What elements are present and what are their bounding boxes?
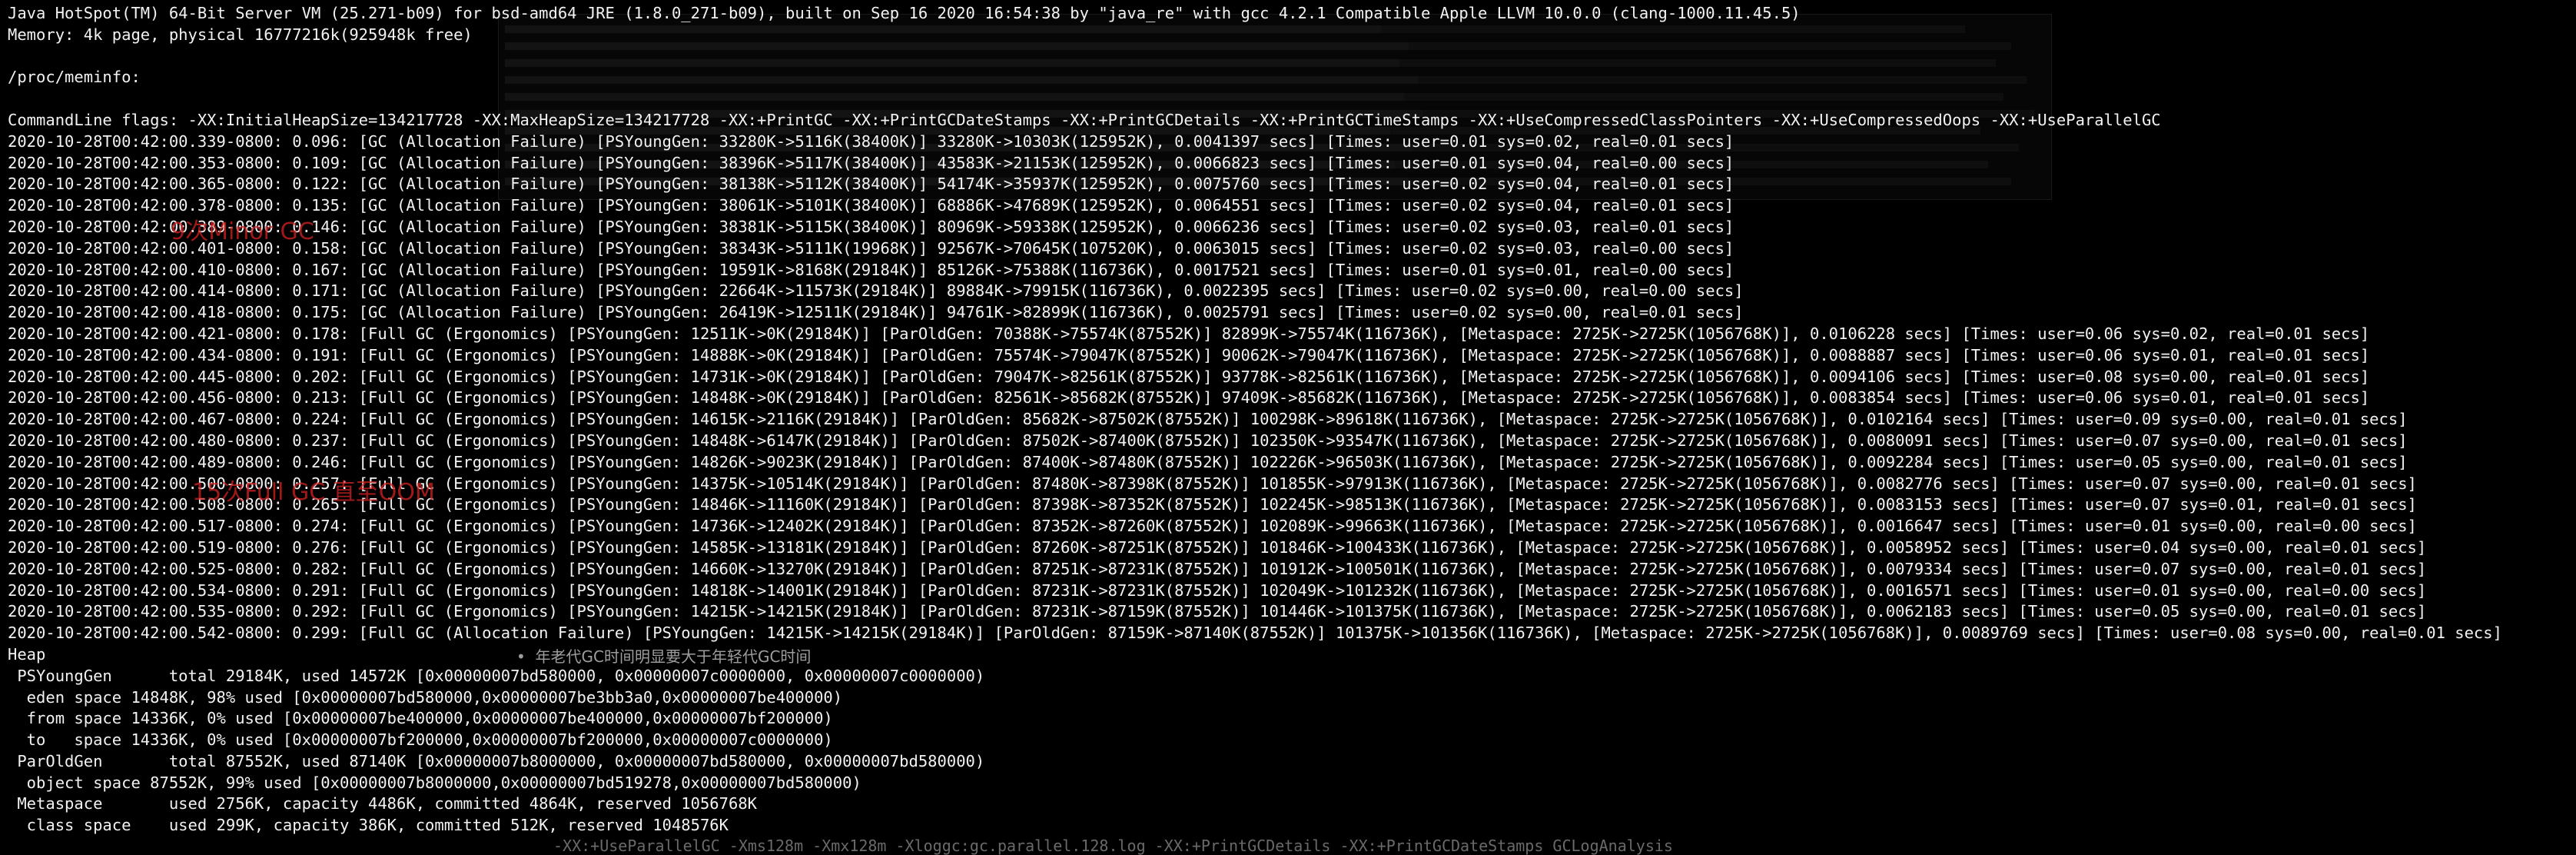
jvm-info-line: Java HotSpot(TM) 64-Bit Server VM (25.27…	[8, 4, 1801, 22]
gc-log-line: 2020-10-28T00:42:00.353-0800: 0.109: [GC…	[8, 153, 1734, 172]
heap-class-space-line: class space used 299K, capacity 386K, co…	[8, 816, 729, 835]
heap-metaspace-line: Metaspace used 2756K, capacity 4486K, co…	[8, 794, 758, 813]
full-gc-log-line: 2020-10-28T00:42:00.517-0800: 0.274: [Fu…	[8, 517, 2417, 536]
full-gc-log-line: 2020-10-28T00:42:00.480-0800: 0.237: [Fu…	[8, 431, 2408, 450]
gc-log-line: 2020-10-28T00:42:00.410-0800: 0.167: [GC…	[8, 260, 1734, 279]
full-gc-log-line: 2020-10-28T00:42:00.525-0800: 0.282: [Fu…	[8, 559, 2427, 578]
full-gc-log-line: 2020-10-28T00:42:00.519-0800: 0.276: [Fu…	[8, 537, 2427, 557]
heap-to-line: to space 14336K, 0% used [0x00000007bf20…	[8, 730, 833, 750]
heap-object-space-line: object space 87552K, 99% used [0x0000000…	[8, 773, 861, 792]
full-gc-log-line: 2020-10-28T00:42:00.542-0800: 0.299: [Fu…	[8, 624, 2502, 643]
gc-log-line: 2020-10-28T00:42:00.378-0800: 0.135: [GC…	[8, 196, 1734, 215]
gc-log-block: 2020-10-28T00:42:00.339-0800: 0.096: [GC…	[8, 131, 2576, 644]
heap-psyounggen-line: PSYoungGen total 29184K, used 14572K [0x…	[8, 666, 985, 685]
heap-title: Heap	[8, 644, 46, 664]
full-gc-log-line: 2020-10-28T00:42:00.534-0800: 0.291: [Fu…	[8, 581, 2427, 600]
heap-summary-block: Heap PSYoungGen total 29184K, used 14572…	[8, 644, 2576, 837]
full-gc-log-line: 2020-10-28T00:42:00.445-0800: 0.202: [Fu…	[8, 367, 2370, 386]
heap-from-line: from space 14336K, 0% used [0x00000007be…	[8, 709, 833, 728]
terminal-output[interactable]: Java HotSpot(TM) 64-Bit Server VM (25.27…	[8, 3, 2576, 837]
commandline-flags-line: CommandLine flags: -XX:InitialHeapSize=1…	[8, 110, 2161, 129]
gc-log-line: 2020-10-28T00:42:00.389-0800: 0.146: [GC…	[8, 217, 1734, 236]
ghost-command-line: -XX:+UseParallelGC -Xms128m -Xmx128m -Xl…	[553, 837, 1673, 855]
heap-paroldgen-line: ParOldGen total 87552K, used 87140K [0x0…	[8, 751, 985, 770]
full-gc-log-line: 2020-10-28T00:42:00.489-0800: 0.246: [Fu…	[8, 452, 2408, 471]
full-gc-log-line: 2020-10-28T00:42:00.456-0800: 0.213: [Fu…	[8, 388, 2370, 408]
full-gc-log-line: 2020-10-28T00:42:00.434-0800: 0.191: [Fu…	[8, 345, 2370, 364]
full-gc-log-line: 2020-10-28T00:42:00.467-0800: 0.224: [Fu…	[8, 410, 2408, 429]
heap-eden-line: eden space 14848K, 98% used [0x00000007b…	[8, 687, 843, 707]
full-gc-log-line: 2020-10-28T00:42:00.535-0800: 0.292: [Fu…	[8, 602, 2427, 621]
full-gc-annotation: 15次Full GC 直至OOM	[192, 479, 435, 506]
gc-log-line: 2020-10-28T00:42:00.401-0800: 0.158: [GC…	[8, 238, 1734, 258]
gc-log-line: 2020-10-28T00:42:00.339-0800: 0.096: [GC…	[8, 131, 1734, 151]
memory-line: Memory: 4k page, physical 16777216k(9259…	[8, 25, 473, 44]
full-gc-log-line: 2020-10-28T00:42:00.421-0800: 0.178: [Fu…	[8, 324, 2370, 343]
gc-log-line: 2020-10-28T00:42:00.418-0800: 0.175: [GC…	[8, 303, 1744, 322]
gc-log-line: 2020-10-28T00:42:00.365-0800: 0.122: [GC…	[8, 175, 1734, 194]
meminfo-line: /proc/meminfo:	[8, 68, 141, 87]
bullet-note: • 年老代GC时间明显要大于年轻代GC时间	[516, 647, 812, 666]
gc-log-line: 2020-10-28T00:42:00.414-0800: 0.171: [GC…	[8, 281, 1744, 301]
minor-gc-annotation: 9次Minor GC	[171, 218, 314, 245]
